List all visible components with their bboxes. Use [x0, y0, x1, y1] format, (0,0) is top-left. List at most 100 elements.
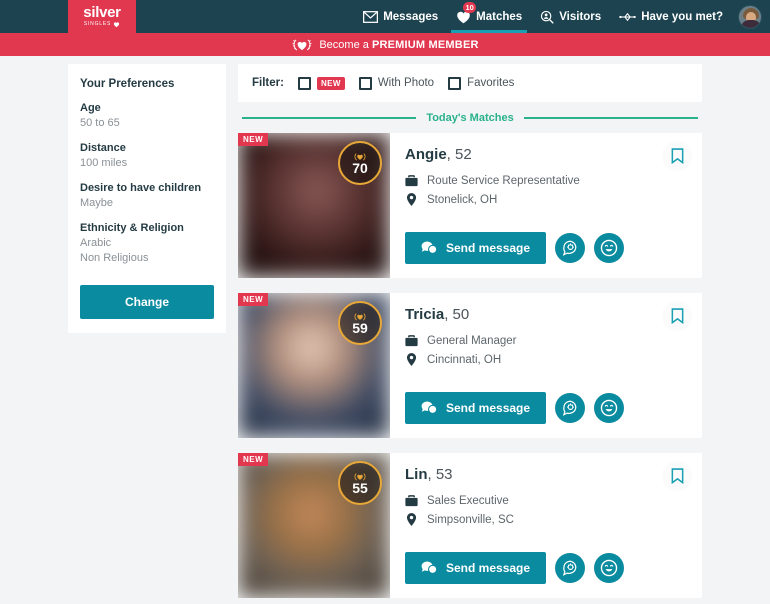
- premium-banner-text: Become a PREMIUM MEMBER: [319, 39, 478, 51]
- lightbulb-chat-icon: [562, 240, 576, 256]
- nav-label-visitors: Visitors: [559, 10, 602, 23]
- avatar[interactable]: [738, 4, 762, 29]
- match-card[interactable]: NEW 55 Lin, 53 Sales Executive Simpsonvi…: [238, 453, 702, 598]
- match-name-age: Lin, 53: [405, 466, 688, 483]
- page-body: Your Preferences Age 50 to 65 Distance 1…: [0, 56, 770, 604]
- match-age: , 52: [446, 146, 472, 163]
- sidebar-title: Your Preferences: [80, 78, 175, 90]
- filter-option-with-photo[interactable]: With Photo: [358, 76, 434, 90]
- match-job: Sales Executive: [427, 495, 509, 507]
- icebreaker-button[interactable]: [555, 393, 586, 423]
- match-card[interactable]: NEW 70 Angie, 52 Route Service Represent…: [238, 133, 702, 278]
- matches-badge-count: 10: [463, 1, 477, 13]
- smile-button[interactable]: [594, 393, 625, 423]
- magnifier-person-icon: [540, 10, 554, 24]
- icebreaker-button[interactable]: [555, 553, 586, 583]
- send-message-label: Send message: [446, 401, 531, 415]
- briefcase-icon: [405, 175, 418, 187]
- bookmark-icon: [671, 308, 683, 324]
- nav-item-matches[interactable]: 10 Matches: [447, 0, 531, 33]
- match-info: Tricia, 50 General Manager Cincinnati, O…: [390, 293, 702, 438]
- match-job: General Manager: [427, 335, 517, 347]
- match-location: Cincinnati, OH: [427, 353, 502, 366]
- match-name: Lin: [405, 466, 428, 483]
- chat-bubble-icon: [421, 241, 437, 254]
- chat-bubble-icon: [421, 401, 437, 414]
- lightbulb-chat-icon: [562, 560, 576, 576]
- pref-value-religion: Non Religious: [80, 252, 149, 264]
- nav-label-have-you-met: Have you met?: [641, 10, 723, 23]
- match-job: Route Service Representative: [427, 175, 580, 187]
- location-pin-icon: [406, 513, 417, 526]
- match-score-badge: 55: [338, 461, 382, 505]
- filter-label-favorites: Favorites: [467, 77, 515, 89]
- pref-value-children: Maybe: [80, 197, 114, 209]
- site-logo[interactable]: silver SINGLES: [68, 0, 136, 33]
- filter-checkbox-new[interactable]: [297, 76, 311, 90]
- top-header: silver SINGLES Messages 10 Matches Visit…: [0, 0, 770, 33]
- nav-item-messages[interactable]: Messages: [354, 0, 447, 33]
- nav-item-have-you-met[interactable]: Have you met?: [610, 0, 732, 33]
- pref-label-age: Age: [80, 102, 101, 114]
- heart-icon: [114, 22, 120, 28]
- match-actions: Send message: [405, 552, 625, 584]
- preferences-sidebar: Your Preferences Age 50 to 65 Distance 1…: [68, 64, 226, 333]
- send-message-button[interactable]: Send message: [405, 392, 547, 424]
- location-pin-icon: [406, 353, 417, 366]
- smile-button[interactable]: [594, 553, 625, 583]
- shuffle-icon: [619, 11, 636, 23]
- location-pin-icon: [406, 193, 417, 206]
- laurel-heart-icon: [292, 38, 312, 51]
- filter-option-new[interactable]: NEW: [297, 76, 345, 90]
- match-location-row: Cincinnati, OH: [405, 353, 688, 366]
- match-name: Tricia: [405, 306, 445, 323]
- send-message-button[interactable]: Send message: [405, 552, 547, 584]
- pref-age: Age 50 to 65: [80, 102, 214, 131]
- pref-value-age: 50 to 65: [80, 117, 120, 129]
- match-location-row: Stonelick, OH: [405, 193, 688, 206]
- match-photo[interactable]: NEW 59: [238, 293, 390, 438]
- match-photo[interactable]: NEW 55: [238, 453, 390, 598]
- bookmark-button[interactable]: [662, 461, 692, 491]
- filter-checkbox-favorites[interactable]: [448, 76, 462, 90]
- lightbulb-chat-icon: [562, 400, 576, 416]
- icebreaker-button[interactable]: [555, 233, 586, 263]
- match-photo[interactable]: NEW 70: [238, 133, 390, 278]
- bookmark-button[interactable]: [662, 301, 692, 331]
- match-age: , 53: [427, 466, 453, 483]
- match-card[interactable]: NEW 59 Tricia, 50 General Manager Cincin…: [238, 293, 702, 438]
- filter-bar: Filter: NEW With Photo Favorites: [238, 64, 702, 102]
- send-message-button[interactable]: Send message: [405, 232, 547, 264]
- bookmark-icon: [671, 468, 683, 484]
- send-message-label: Send message: [446, 241, 531, 255]
- avatar-body: [741, 19, 761, 28]
- smile-button[interactable]: [594, 233, 625, 263]
- change-preferences-button[interactable]: Change: [80, 285, 214, 319]
- filter-new-badge: NEW: [316, 76, 345, 90]
- nav-item-visitors[interactable]: Visitors: [531, 0, 610, 33]
- match-new-badge: NEW: [238, 453, 269, 466]
- match-job-row: Route Service Representative: [405, 175, 688, 187]
- premium-banner[interactable]: Become a PREMIUM MEMBER: [0, 33, 770, 56]
- filter-option-favorites[interactable]: Favorites: [448, 76, 515, 90]
- match-actions: Send message: [405, 392, 625, 424]
- pref-value-ethnicity: Arabic: [80, 237, 112, 249]
- smiley-icon: [600, 239, 618, 257]
- match-name-age: Tricia, 50: [405, 306, 688, 323]
- pref-distance: Distance 100 miles: [80, 142, 214, 171]
- match-location-row: Simpsonville, SC: [405, 513, 688, 526]
- bookmark-button[interactable]: [662, 141, 692, 171]
- match-new-badge: NEW: [238, 293, 269, 306]
- envelope-icon: [363, 10, 379, 23]
- match-job-row: General Manager: [405, 335, 688, 347]
- smiley-icon: [600, 559, 618, 577]
- match-info: Angie, 52 Route Service Representative S…: [390, 133, 702, 278]
- match-new-badge: NEW: [238, 133, 269, 146]
- match-name: Angie: [405, 146, 447, 163]
- matches-main-column: Filter: NEW With Photo Favorites Today's…: [238, 64, 702, 604]
- pref-children: Desire to have children Maybe: [80, 182, 214, 211]
- logo-text-sub: SINGLES: [84, 21, 120, 28]
- filter-checkbox-with-photo[interactable]: [358, 76, 372, 90]
- match-score-badge: 59: [338, 301, 382, 345]
- pref-ethnicity-religion: Ethnicity & Religion Arabic Non Religiou…: [80, 222, 214, 266]
